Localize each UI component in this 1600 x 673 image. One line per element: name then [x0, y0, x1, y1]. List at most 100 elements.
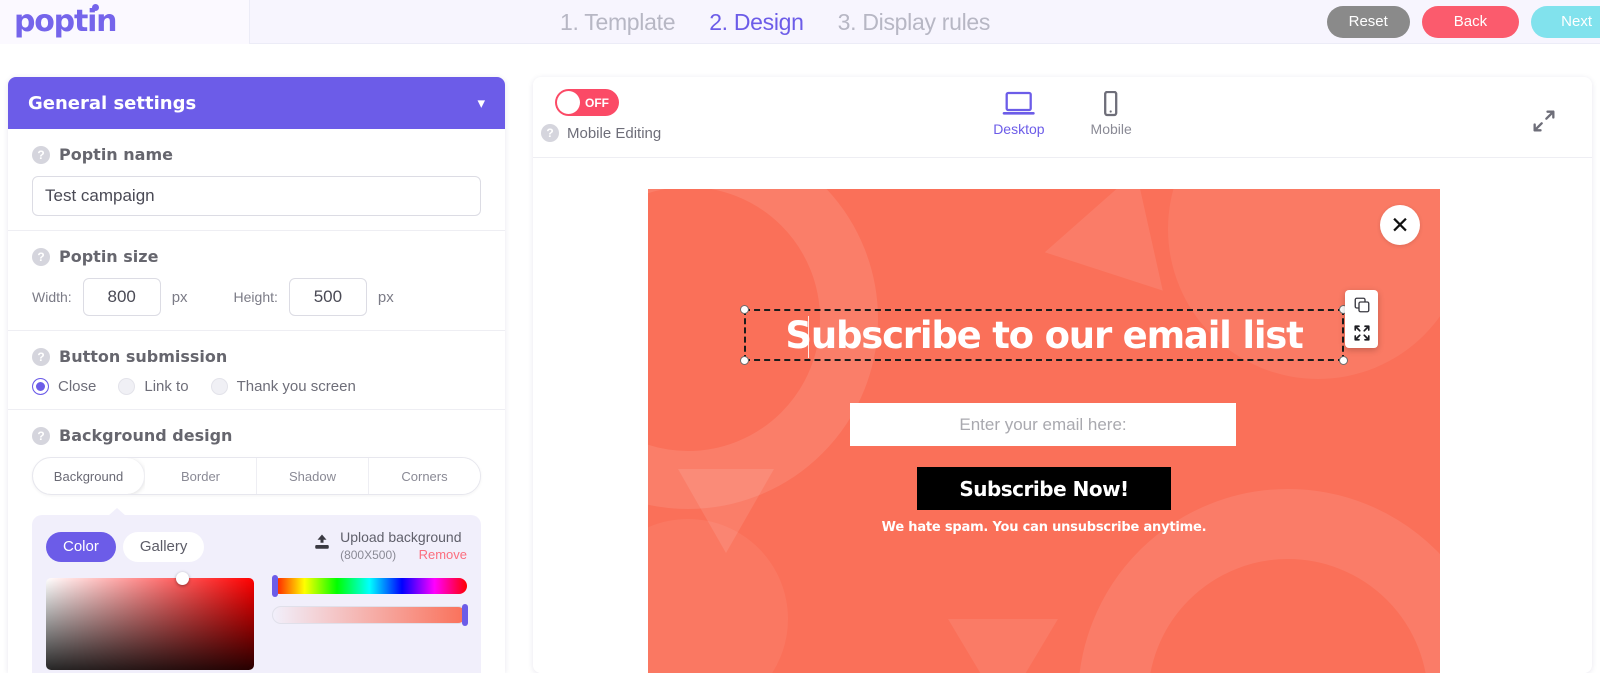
device-switcher: Desktop Mobile — [993, 91, 1132, 137]
height-label: Height: — [233, 289, 278, 305]
radio-option-thank-you-screen[interactable]: Thank you screen — [210, 378, 356, 395]
step-template[interactable]: 1. Template — [560, 9, 675, 36]
email-placeholder: Enter your email here: — [959, 414, 1127, 434]
poptin-logo[interactable]: poptin — [14, 4, 118, 39]
logo-dot — [92, 4, 99, 11]
upload-icon — [315, 534, 329, 549]
popup-disclaimer: We hate spam. You can unsubscribe anytim… — [881, 520, 1207, 535]
preview-panel: OFF ? Mobile Editing Desktop Mobile ✕ Su… — [533, 77, 1592, 673]
resize-handle-top-left[interactable] — [740, 305, 749, 314]
duplicate-icon[interactable] — [1353, 296, 1371, 314]
button-submission-label-row: ? Button submission — [32, 347, 481, 366]
settings-panel: General settings ▾ ? Poptin name ? Popti… — [8, 77, 505, 673]
source-gallery-button[interactable]: Gallery — [122, 531, 205, 562]
saturation-value-area[interactable] — [46, 572, 254, 670]
height-input[interactable] — [288, 278, 367, 316]
upload-meta-row: (800X500) Remove — [340, 546, 467, 564]
tab-corners[interactable]: Corners — [369, 458, 480, 494]
background-source-row: Color Gallery Upload background (800X500… — [46, 529, 467, 564]
headline-selection-box[interactable]: Subscribe to our email list — [740, 305, 1348, 365]
device-mobile-label: Mobile — [1090, 121, 1132, 137]
background-design-label-row: ? Background design — [32, 426, 481, 445]
upload-dimensions: (800X500) — [340, 548, 397, 562]
popup-close-button[interactable]: ✕ — [1380, 205, 1420, 245]
radio-option-link-to[interactable]: Link to — [118, 378, 189, 395]
saturation-handle[interactable] — [176, 572, 189, 585]
resize-handle-bottom-right[interactable] — [1339, 356, 1348, 365]
text-caret — [808, 316, 809, 358]
remove-background-link[interactable]: Remove — [419, 547, 467, 562]
tab-shadow[interactable]: Shadow — [257, 458, 369, 494]
upload-label: Upload background — [340, 529, 462, 545]
help-icon[interactable]: ? — [32, 347, 50, 366]
mobile-editing-label: Mobile Editing — [567, 124, 662, 142]
radio-dot — [118, 378, 136, 395]
wizard-steps: 1. Template 2. Design 3. Display rules — [560, 0, 990, 44]
general-settings-header[interactable]: General settings ▾ — [8, 77, 505, 129]
decor-triangle — [948, 619, 1058, 673]
subscribe-button-label: Subscribe Now! — [959, 476, 1129, 501]
move-resize-icon[interactable] — [1353, 324, 1371, 342]
popup-email-input[interactable]: Enter your email here: — [850, 403, 1236, 446]
toggle-state-label: OFF — [585, 95, 609, 110]
radio-dot — [210, 378, 228, 395]
background-design-section: ? Background design Background Border Sh… — [8, 410, 505, 501]
submission-radio-group: Close Link to Thank you screen — [32, 378, 481, 395]
mobile-editing-toggle[interactable]: OFF — [555, 89, 619, 116]
height-unit: px — [377, 288, 394, 306]
next-button[interactable]: Next — [1531, 6, 1600, 38]
help-icon[interactable]: ? — [541, 124, 559, 142]
poptin-name-input[interactable] — [32, 176, 481, 216]
help-icon[interactable]: ? — [32, 426, 50, 445]
logo-zone: poptin — [0, 0, 250, 44]
preview-toolbar: OFF ? Mobile Editing Desktop Mobile — [533, 77, 1592, 158]
help-icon[interactable]: ? — [32, 145, 50, 164]
mobile-editing-label-row: ? Mobile Editing — [541, 124, 661, 142]
alpha-slider-handle[interactable] — [462, 604, 468, 626]
popup-stage: ✕ Subscribe to our email list Enter your… — [533, 158, 1592, 673]
decor-triangle — [1044, 189, 1196, 291]
poptin-name-label-row: ? Poptin name — [32, 145, 481, 164]
reset-button[interactable]: Reset — [1326, 6, 1410, 38]
expand-arrows-icon — [1533, 110, 1555, 132]
background-source-toggle: Color Gallery — [46, 531, 205, 562]
popup-canvas[interactable]: ✕ Subscribe to our email list Enter your… — [648, 189, 1440, 673]
upload-background-control[interactable]: Upload background (800X500) Remove — [313, 529, 467, 564]
help-icon[interactable]: ? — [32, 247, 50, 266]
upload-text-block: Upload background (800X500) Remove — [340, 529, 467, 564]
chevron-down-icon[interactable]: ▾ — [477, 94, 485, 112]
width-input[interactable] — [82, 278, 161, 316]
device-desktop[interactable]: Desktop — [993, 91, 1045, 137]
color-sliders — [272, 575, 468, 670]
background-options-box: Color Gallery Upload background (800X500… — [32, 508, 481, 673]
resize-handle-bottom-left[interactable] — [740, 356, 749, 365]
color-picker — [46, 572, 468, 670]
expand-preview-button[interactable] — [1530, 107, 1558, 140]
tab-border[interactable]: Border — [145, 458, 257, 494]
step-display-rules[interactable]: 3. Display rules — [838, 9, 991, 36]
poptin-size-label-row: ? Poptin size — [32, 247, 481, 266]
tab-background[interactable]: Background — [33, 458, 145, 494]
popup-subscribe-button[interactable]: Subscribe Now! — [917, 467, 1171, 510]
popup-headline: Subscribe to our email list — [785, 313, 1303, 357]
decor-circle — [648, 519, 788, 673]
mobile-icon — [1104, 91, 1118, 117]
poptin-name-label: Poptin name — [59, 145, 173, 164]
top-bar: poptin 1. Template 2. Design 3. Display … — [0, 0, 1600, 44]
top-actions: Reset Back Next — [1326, 6, 1600, 38]
poptin-size-section: ? Poptin size Width: px Height: px — [8, 231, 505, 331]
step-design[interactable]: 2. Design — [709, 9, 804, 36]
source-color-button[interactable]: Color — [46, 531, 116, 562]
decor-triangle — [678, 469, 774, 553]
hue-slider[interactable] — [272, 575, 467, 597]
hue-slider-handle[interactable] — [272, 575, 278, 597]
background-design-label: Background design — [59, 426, 233, 445]
device-mobile[interactable]: Mobile — [1091, 91, 1132, 137]
back-button[interactable]: Back — [1421, 6, 1520, 38]
alpha-slider[interactable] — [272, 604, 468, 626]
poptin-size-label: Poptin size — [59, 247, 159, 266]
decor-circle — [1078, 489, 1440, 673]
width-label: Width: — [32, 289, 72, 305]
button-submission-section: ? Button submission Close Link to Thank … — [8, 331, 505, 410]
radio-option-close[interactable]: Close — [32, 378, 96, 395]
